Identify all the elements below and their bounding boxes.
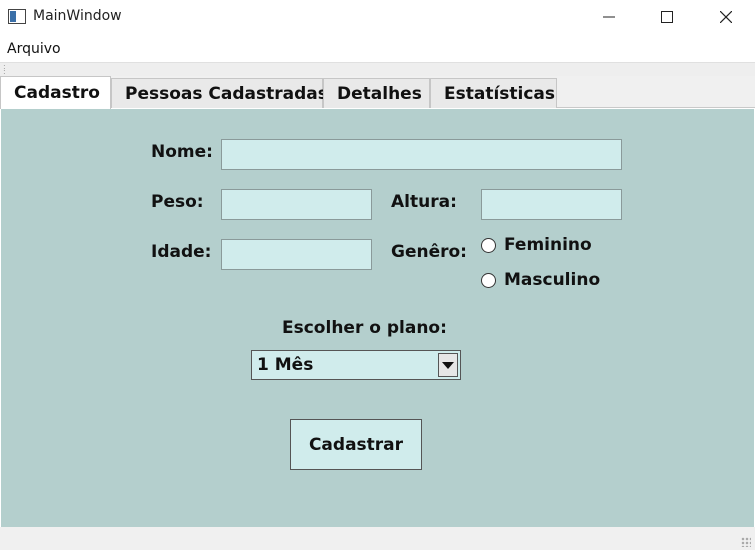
maximize-icon (661, 11, 673, 23)
maximize-button[interactable] (638, 0, 696, 34)
menu-bar: Arquivo (0, 36, 755, 62)
altura-label: Altura: (391, 192, 457, 212)
radio-masculino-label[interactable]: Masculino (504, 270, 600, 290)
tab-cadastro[interactable]: Cadastro (0, 76, 111, 109)
status-bar (0, 527, 755, 550)
close-button[interactable] (697, 0, 755, 34)
plano-label: Escolher o plano: (282, 318, 447, 338)
window-app-icon (8, 9, 26, 24)
close-icon (720, 11, 732, 23)
nome-input[interactable] (221, 139, 622, 170)
resize-grip-icon[interactable] (741, 537, 751, 547)
cadastrar-button[interactable]: Cadastrar (290, 419, 422, 470)
minimize-icon (603, 16, 615, 18)
idade-label: Idade: (151, 242, 212, 262)
toolbar-grip[interactable]: :: (3, 63, 6, 76)
chevron-down-icon[interactable] (438, 353, 458, 377)
radio-feminino-label[interactable]: Feminino (504, 235, 592, 255)
plano-select-value[interactable]: 1 Mês (257, 355, 313, 375)
minimize-button[interactable] (580, 0, 638, 34)
nome-label: Nome: (151, 142, 213, 162)
menu-arquivo[interactable]: Arquivo (7, 41, 61, 57)
peso-label: Peso: (151, 192, 204, 212)
radio-masculino-circle[interactable] (481, 272, 496, 288)
tab-bar: Cadastro Pessoas Cadastradas Detalhes Es… (0, 76, 755, 109)
genero-label: Genêro: (391, 242, 467, 262)
altura-input[interactable] (481, 189, 622, 220)
tab-estatisticas[interactable]: Estatísticas (430, 78, 557, 108)
plano-select[interactable]: 1 Mês (251, 350, 461, 380)
window-title: MainWindow (33, 8, 122, 24)
peso-input[interactable] (221, 189, 372, 220)
title-bar: MainWindow (0, 0, 755, 36)
tab-detalhes[interactable]: Detalhes (323, 78, 430, 108)
radio-feminino-circle[interactable] (481, 237, 496, 253)
radio-masculino[interactable]: Masculino (481, 270, 600, 290)
idade-input[interactable] (221, 239, 372, 270)
toolbar-strip: :: (0, 62, 755, 76)
tab-pessoas-cadastradas[interactable]: Pessoas Cadastradas (111, 78, 328, 108)
radio-feminino[interactable]: Feminino (481, 235, 592, 255)
